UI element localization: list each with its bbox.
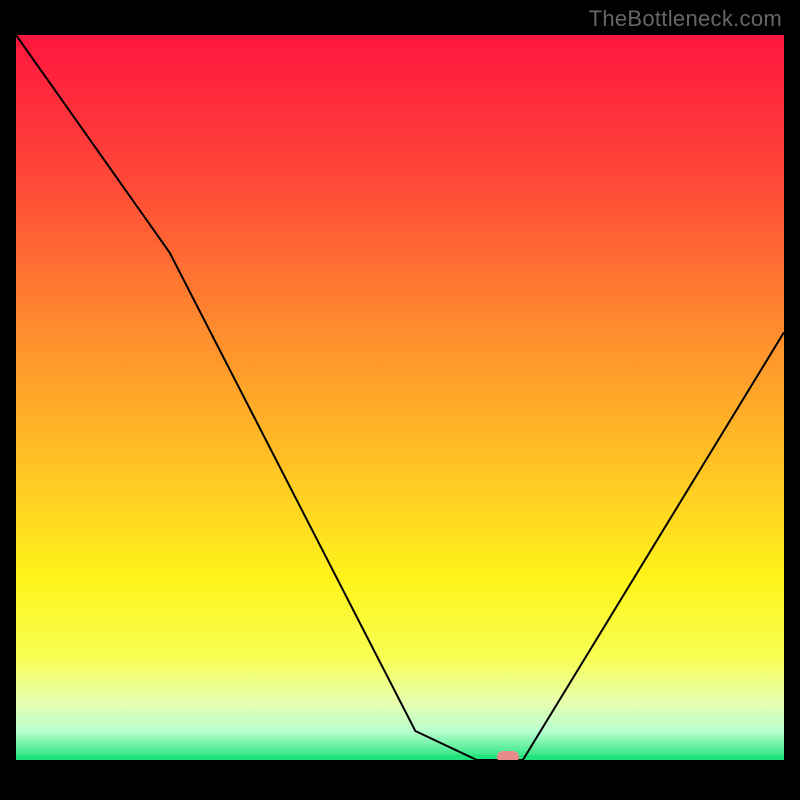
baseline [16,755,784,760]
gradient-background [16,35,784,760]
bottleneck-chart [16,35,784,760]
plot-area [16,35,784,760]
watermark-text: TheBottleneck.com [589,6,782,32]
chart-frame: TheBottleneck.com [0,0,800,800]
optimal-marker [497,751,519,760]
